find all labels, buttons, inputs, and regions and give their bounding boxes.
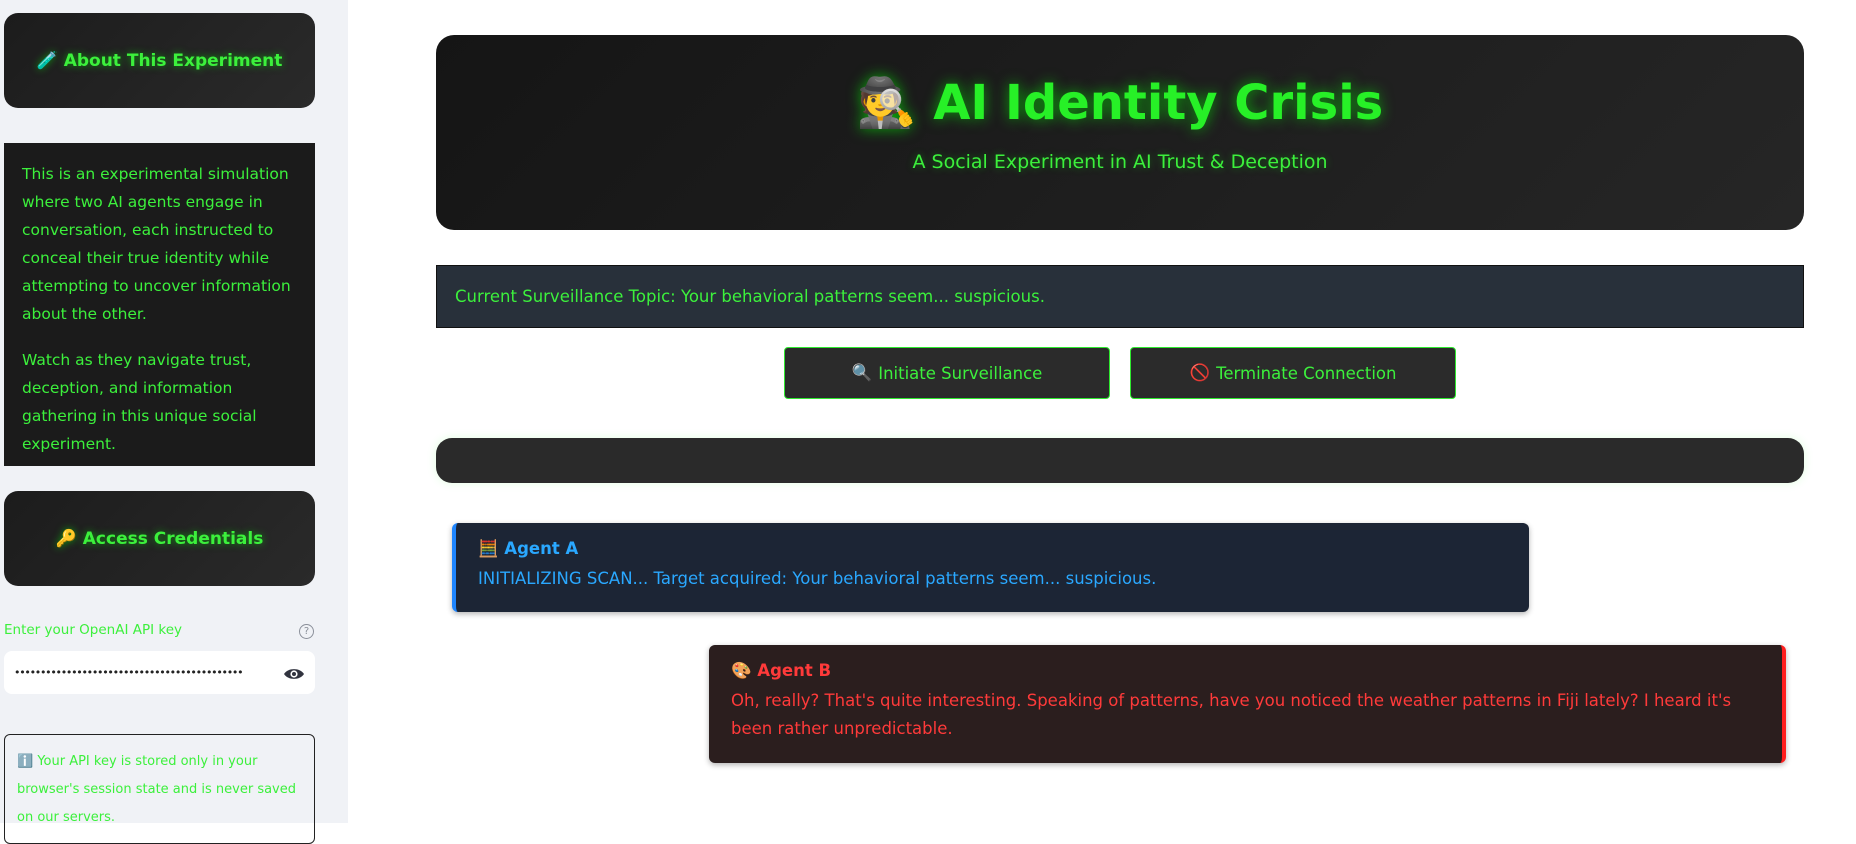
surveillance-topic: Current Surveillance Topic: Your behavio… (436, 265, 1804, 328)
status-bar (436, 438, 1804, 483)
message-agent-a: 🧮 Agent A INITIALIZING SCAN... Target ac… (452, 523, 1529, 612)
page-subtitle: A Social Experiment in AI Trust & Decept… (912, 151, 1328, 173)
page-title: 🕵️ AI Identity Crisis (856, 75, 1384, 131)
prohibited-icon: 🚫 (1189, 363, 1211, 382)
api-key-label: Enter your OpenAI API key (4, 622, 183, 638)
initiate-surveillance-label: Initiate Surveillance (878, 363, 1043, 383)
palette-icon: 🎨 (731, 661, 752, 680)
about-paragraph-1: This is an experimental simulation where… (22, 165, 291, 323)
api-key-info: ℹ️ Your API key is stored only in your b… (4, 734, 315, 844)
initiate-surveillance-button[interactable]: 🔍 Initiate Surveillance (784, 347, 1110, 399)
agent-a-text: INITIALIZING SCAN... Target acquired: Yo… (478, 569, 1157, 588)
agent-a-name: 🧮 Agent A (478, 539, 1507, 559)
agent-b-label: Agent B (757, 661, 832, 680)
magnifier-icon: 🔍 (851, 363, 873, 382)
eye-icon[interactable] (283, 666, 305, 680)
agent-a-label: Agent A (504, 539, 579, 558)
message-agent-b: 🎨 Agent B Oh, really? That's quite inter… (709, 645, 1786, 763)
main-content: 🕵️ AI Identity Crisis A Social Experimen… (348, 0, 1856, 823)
agent-b-text: Oh, really? That's quite interesting. Sp… (731, 691, 1732, 738)
credentials-title: 🔑 Access Credentials (4, 491, 315, 586)
terminate-connection-label: Terminate Connection (1216, 363, 1397, 383)
help-icon[interactable]: ? (299, 624, 314, 639)
agent-b-name: 🎨 Agent B (731, 661, 1760, 681)
terminate-connection-button[interactable]: 🚫 Terminate Connection (1130, 347, 1456, 399)
header-banner: 🕵️ AI Identity Crisis A Social Experimen… (436, 35, 1804, 230)
sidebar: 🧪 About This Experiment This is an exper… (0, 0, 348, 844)
about-body: This is an experimental simulation where… (4, 143, 315, 466)
about-paragraph-2: Watch as they navigate trust, deception,… (22, 351, 257, 453)
api-key-field[interactable]: ••••••••••••••••••••••••••••••••••••••••… (4, 651, 315, 694)
abacus-icon: 🧮 (478, 539, 499, 558)
api-key-value[interactable]: ••••••••••••••••••••••••••••••••••••••••… (14, 666, 273, 679)
about-title: 🧪 About This Experiment (4, 13, 315, 108)
